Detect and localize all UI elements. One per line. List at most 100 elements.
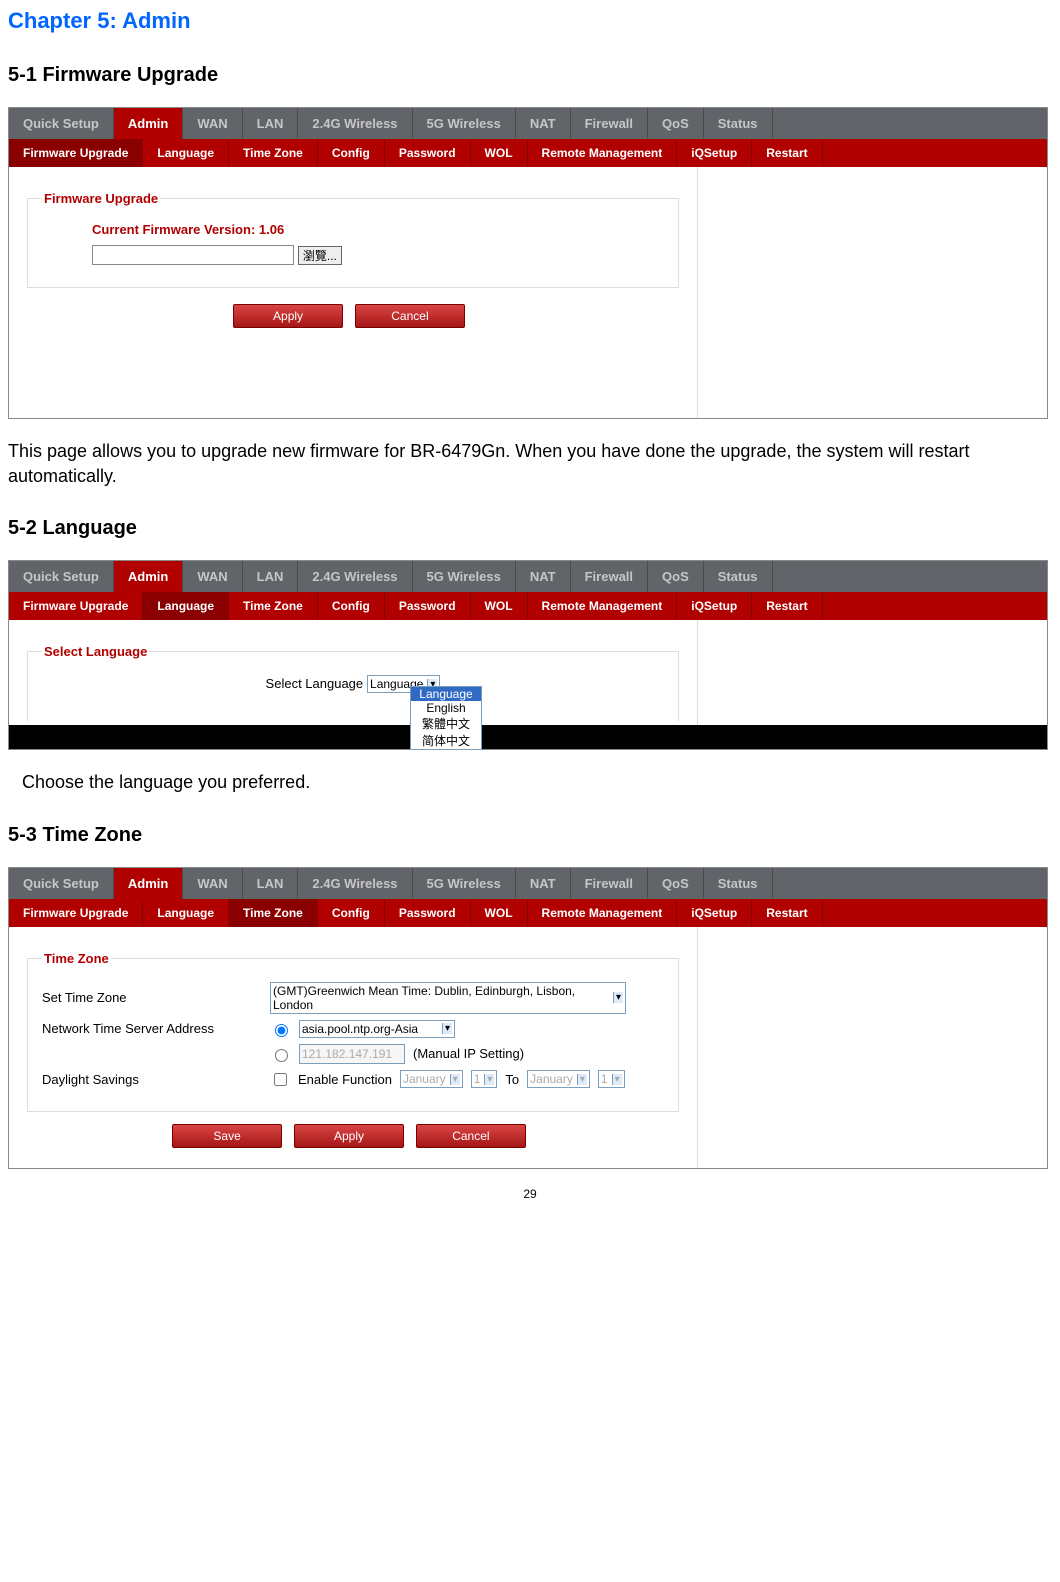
- subtab-restart[interactable]: Restart: [752, 592, 822, 620]
- chevron-down-icon: ▾: [612, 1074, 622, 1085]
- timezone-screenshot: Quick Setup Admin WAN LAN 2.4G Wireless …: [8, 867, 1048, 1169]
- tab-24g[interactable]: 2.4G Wireless: [298, 561, 412, 592]
- subtab-remote-management[interactable]: Remote Management: [528, 139, 678, 167]
- tab-lan[interactable]: LAN: [243, 108, 299, 139]
- daylight-from-day[interactable]: 1 ▾: [471, 1070, 498, 1088]
- tab-nat[interactable]: NAT: [516, 561, 571, 592]
- daylight-to-day[interactable]: 1 ▾: [598, 1070, 625, 1088]
- tab-wan[interactable]: WAN: [183, 561, 242, 592]
- nts-radio-manual[interactable]: [275, 1049, 288, 1062]
- timezone-legend: Time Zone: [42, 951, 111, 966]
- section-heading-timezone: 5-3 Time Zone: [8, 824, 1052, 847]
- subtab-language[interactable]: Language: [143, 899, 229, 927]
- subtab-iqsetup[interactable]: iQSetup: [677, 899, 752, 927]
- firmware-version-label: Current Firmware Version: 1.06: [42, 216, 664, 243]
- daylight-to-month[interactable]: January ▾: [527, 1070, 590, 1088]
- nts-radio-pool[interactable]: [275, 1024, 288, 1037]
- tab-5g[interactable]: 5G Wireless: [413, 108, 516, 139]
- subtab-restart[interactable]: Restart: [752, 139, 822, 167]
- tab-qos[interactable]: QoS: [648, 108, 704, 139]
- subtab-wol[interactable]: WOL: [471, 592, 528, 620]
- sub-tabs-firmware: Firmware Upgrade Language Time Zone Conf…: [9, 139, 1047, 167]
- tab-status[interactable]: Status: [704, 108, 773, 139]
- subtab-timezone[interactable]: Time Zone: [229, 139, 318, 167]
- subtab-config[interactable]: Config: [318, 592, 385, 620]
- tab-lan[interactable]: LAN: [243, 561, 299, 592]
- tab-quick-setup[interactable]: Quick Setup: [9, 868, 114, 899]
- subtab-firmware-upgrade[interactable]: Firmware Upgrade: [9, 139, 143, 167]
- subtab-config[interactable]: Config: [318, 139, 385, 167]
- tab-quick-setup[interactable]: Quick Setup: [9, 561, 114, 592]
- set-timezone-label: Set Time Zone: [42, 990, 262, 1005]
- to-month-value: January: [530, 1072, 573, 1086]
- daylight-from-month[interactable]: January ▾: [400, 1070, 463, 1088]
- tab-admin[interactable]: Admin: [114, 868, 183, 899]
- enable-function-label: Enable Function: [298, 1072, 392, 1087]
- save-button[interactable]: Save: [172, 1124, 282, 1148]
- subtab-restart[interactable]: Restart: [752, 899, 822, 927]
- option-language[interactable]: Language: [411, 687, 481, 701]
- tab-firewall[interactable]: Firewall: [571, 561, 648, 592]
- to-day-value: 1: [601, 1072, 608, 1086]
- manual-ip-input[interactable]: [299, 1044, 405, 1064]
- cancel-button[interactable]: Cancel: [416, 1124, 526, 1148]
- tab-admin[interactable]: Admin: [114, 108, 183, 139]
- tab-wan[interactable]: WAN: [183, 108, 242, 139]
- tab-status[interactable]: Status: [704, 561, 773, 592]
- cancel-button[interactable]: Cancel: [355, 304, 465, 328]
- nts-dropdown[interactable]: asia.pool.ntp.org-Asia ▾: [299, 1020, 455, 1038]
- tab-24g[interactable]: 2.4G Wireless: [298, 868, 412, 899]
- select-language-label: Select Language: [266, 676, 364, 691]
- tab-nat[interactable]: NAT: [516, 108, 571, 139]
- tab-nat[interactable]: NAT: [516, 868, 571, 899]
- tab-admin[interactable]: Admin: [114, 561, 183, 592]
- tab-firewall[interactable]: Firewall: [571, 868, 648, 899]
- chevron-down-icon: ▾: [450, 1074, 460, 1085]
- subtab-password[interactable]: Password: [385, 592, 471, 620]
- subtab-language[interactable]: Language: [143, 592, 229, 620]
- apply-button[interactable]: Apply: [233, 304, 343, 328]
- subtab-timezone[interactable]: Time Zone: [229, 592, 318, 620]
- daylight-label: Daylight Savings: [42, 1072, 262, 1087]
- subtab-password[interactable]: Password: [385, 899, 471, 927]
- tab-5g[interactable]: 5G Wireless: [413, 868, 516, 899]
- tab-firewall[interactable]: Firewall: [571, 108, 648, 139]
- subtab-iqsetup[interactable]: iQSetup: [677, 139, 752, 167]
- main-tabs-firmware: Quick Setup Admin WAN LAN 2.4G Wireless …: [9, 108, 1047, 139]
- option-simplified-chinese[interactable]: 简体中文: [411, 732, 481, 749]
- subtab-password[interactable]: Password: [385, 139, 471, 167]
- tab-24g[interactable]: 2.4G Wireless: [298, 108, 412, 139]
- subtab-timezone[interactable]: Time Zone: [229, 899, 318, 927]
- subtab-wol[interactable]: WOL: [471, 139, 528, 167]
- tab-qos[interactable]: QoS: [648, 561, 704, 592]
- firmware-file-input[interactable]: [92, 245, 294, 265]
- timezone-dropdown[interactable]: (GMT)Greenwich Mean Time: Dublin, Edinbu…: [270, 982, 626, 1014]
- firmware-legend: Firmware Upgrade: [42, 191, 160, 206]
- subtab-firmware-upgrade[interactable]: Firmware Upgrade: [9, 899, 143, 927]
- subtab-language[interactable]: Language: [143, 139, 229, 167]
- subtab-remote-management[interactable]: Remote Management: [528, 899, 678, 927]
- tab-quick-setup[interactable]: Quick Setup: [9, 108, 114, 139]
- subtab-iqsetup[interactable]: iQSetup: [677, 592, 752, 620]
- sub-tabs-timezone: Firmware Upgrade Language Time Zone Conf…: [9, 899, 1047, 927]
- apply-button[interactable]: Apply: [294, 1124, 404, 1148]
- tab-wan[interactable]: WAN: [183, 868, 242, 899]
- option-english[interactable]: English: [411, 701, 481, 715]
- option-traditional-chinese[interactable]: 繁體中文: [411, 715, 481, 732]
- nts-dropdown-value: asia.pool.ntp.org-Asia: [302, 1022, 418, 1036]
- sub-tabs-language: Firmware Upgrade Language Time Zone Conf…: [9, 592, 1047, 620]
- tab-lan[interactable]: LAN: [243, 868, 299, 899]
- chevron-down-icon: ▾: [613, 992, 623, 1003]
- enable-daylight-checkbox[interactable]: [274, 1073, 287, 1086]
- browse-button[interactable]: 瀏覽...: [298, 246, 342, 265]
- subtab-firmware-upgrade[interactable]: Firmware Upgrade: [9, 592, 143, 620]
- firmware-panel: Firmware Upgrade Current Firmware Versio…: [9, 167, 698, 418]
- subtab-remote-management[interactable]: Remote Management: [528, 592, 678, 620]
- tab-5g[interactable]: 5G Wireless: [413, 561, 516, 592]
- subtab-wol[interactable]: WOL: [471, 899, 528, 927]
- tab-status[interactable]: Status: [704, 868, 773, 899]
- language-dropdown-list[interactable]: Language English 繁體中文 简体中文: [410, 686, 482, 750]
- subtab-config[interactable]: Config: [318, 899, 385, 927]
- tab-qos[interactable]: QoS: [648, 868, 704, 899]
- language-description: Choose the language you preferred.: [22, 770, 1052, 795]
